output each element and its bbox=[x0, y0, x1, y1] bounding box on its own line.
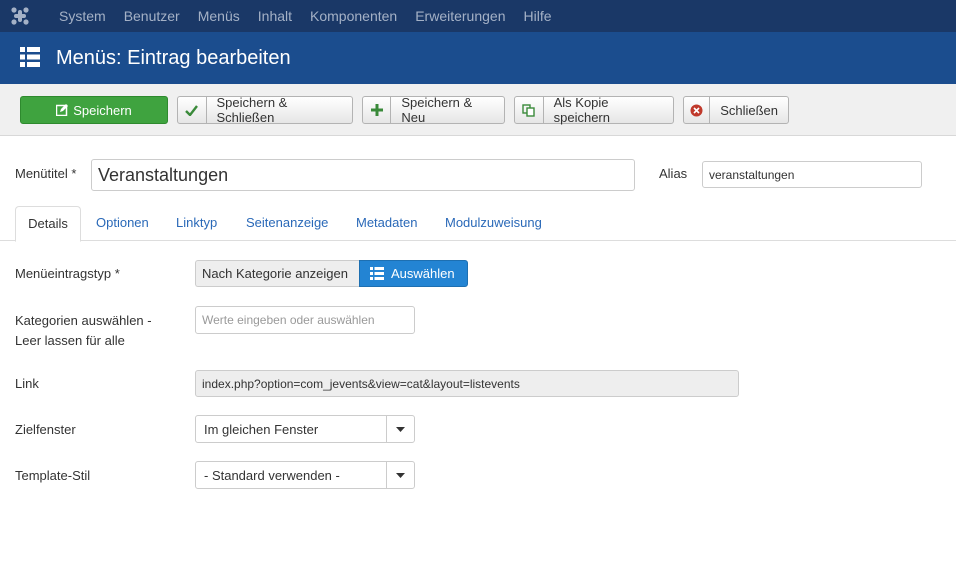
template-label: Template-Stil bbox=[15, 468, 91, 483]
save-copy-button[interactable]: Als Kopie speichern bbox=[514, 95, 674, 125]
tab-seitenanzeige[interactable]: Seitenanzeige bbox=[246, 206, 328, 241]
tab-details[interactable]: Details bbox=[15, 206, 81, 242]
toolbar: Speichern Speichern & Schließen Speicher… bbox=[0, 84, 956, 136]
save-button[interactable]: Speichern bbox=[20, 96, 168, 124]
chevron-down-icon bbox=[386, 462, 414, 488]
tab-optionen[interactable]: Optionen bbox=[96, 206, 149, 241]
menutype-label: Menüeintragstyp * bbox=[15, 266, 120, 281]
categories-placeholder: Werte eingeben oder auswählen bbox=[202, 313, 375, 327]
list-icon bbox=[20, 47, 40, 67]
title-input-value: Veranstaltungen bbox=[98, 164, 229, 185]
save-close-label: Speichern & Schließen bbox=[216, 95, 288, 125]
save-new-button[interactable]: Speichern & Neu bbox=[362, 95, 505, 125]
menu-menues[interactable]: Menüs bbox=[189, 0, 249, 32]
menu-hilfe[interactable]: Hilfe bbox=[514, 0, 560, 32]
save-close-button[interactable]: Speichern & Schließen bbox=[177, 95, 353, 125]
page-title: Menüs: Eintrag bearbeiten bbox=[56, 47, 291, 69]
target-select-value: Im gleichen Fenster bbox=[204, 421, 319, 437]
target-select[interactable]: Im gleichen Fenster bbox=[195, 415, 415, 443]
chevron-down-icon bbox=[386, 416, 414, 442]
alias-input[interactable]: veranstaltungen bbox=[702, 161, 922, 188]
link-label: Link bbox=[15, 376, 39, 391]
menu-komponenten[interactable]: Komponenten bbox=[301, 0, 406, 32]
target-label: Zielfenster bbox=[15, 422, 76, 437]
alias-label: Alias bbox=[659, 166, 688, 181]
check-icon bbox=[178, 97, 207, 123]
save-copy-label: Als Kopie speichern bbox=[553, 95, 610, 125]
template-select-value: - Standard verwenden - bbox=[204, 467, 340, 483]
close-label: Schließen bbox=[720, 102, 778, 118]
menu-erweiterungen[interactable]: Erweiterungen bbox=[406, 0, 514, 32]
tab-metadaten[interactable]: Metadaten bbox=[356, 206, 417, 241]
copy-icon bbox=[515, 97, 544, 123]
joomla-logo-icon[interactable] bbox=[0, 0, 40, 32]
categories-label-line2: Leer lassen für alle bbox=[15, 333, 125, 348]
close-button[interactable]: Schließen bbox=[683, 96, 789, 124]
template-select[interactable]: - Standard verwenden - bbox=[195, 461, 415, 489]
top-navbar: System Benutzer Menüs Inhalt Komponenten… bbox=[0, 0, 956, 32]
menutype-value: Nach Kategorie anzeigen bbox=[195, 260, 359, 287]
title-input[interactable]: Veranstaltungen bbox=[91, 159, 635, 191]
alias-input-value: veranstaltungen bbox=[709, 167, 795, 182]
tab-modulzuweisung[interactable]: Modulzuweisung bbox=[445, 206, 542, 241]
tab-bar: Details Optionen Linktyp Seitenanzeige M… bbox=[0, 206, 956, 242]
menu-system[interactable]: System bbox=[40, 0, 115, 32]
link-field: index.php?option=com_jevents&view=cat&la… bbox=[195, 370, 739, 397]
menu-inhalt[interactable]: Inhalt bbox=[249, 0, 301, 32]
save-label: Speichern bbox=[73, 102, 132, 118]
plus-icon bbox=[363, 97, 392, 123]
link-value: index.php?option=com_jevents&view=cat&la… bbox=[202, 376, 520, 391]
edit-icon bbox=[56, 97, 69, 123]
categories-label: Kategorien auswählen - Leer lassen für a… bbox=[15, 312, 152, 350]
menu-benutzer[interactable]: Benutzer bbox=[115, 0, 189, 32]
list-icon bbox=[370, 267, 384, 280]
title-label: Menütitel * bbox=[15, 166, 77, 181]
select-menutype-button[interactable]: Auswählen bbox=[359, 260, 468, 287]
menutype-value-text: Nach Kategorie anzeigen bbox=[202, 266, 348, 281]
categories-label-line1: Kategorien auswählen - bbox=[15, 313, 152, 328]
tab-linktyp[interactable]: Linktyp bbox=[176, 206, 217, 241]
close-icon bbox=[684, 97, 711, 123]
select-button-label: Auswählen bbox=[391, 266, 455, 281]
page-header: Menüs: Eintrag bearbeiten bbox=[0, 32, 956, 84]
save-new-label: Speichern & Neu bbox=[401, 95, 473, 125]
categories-input[interactable]: Werte eingeben oder auswählen bbox=[195, 306, 415, 334]
